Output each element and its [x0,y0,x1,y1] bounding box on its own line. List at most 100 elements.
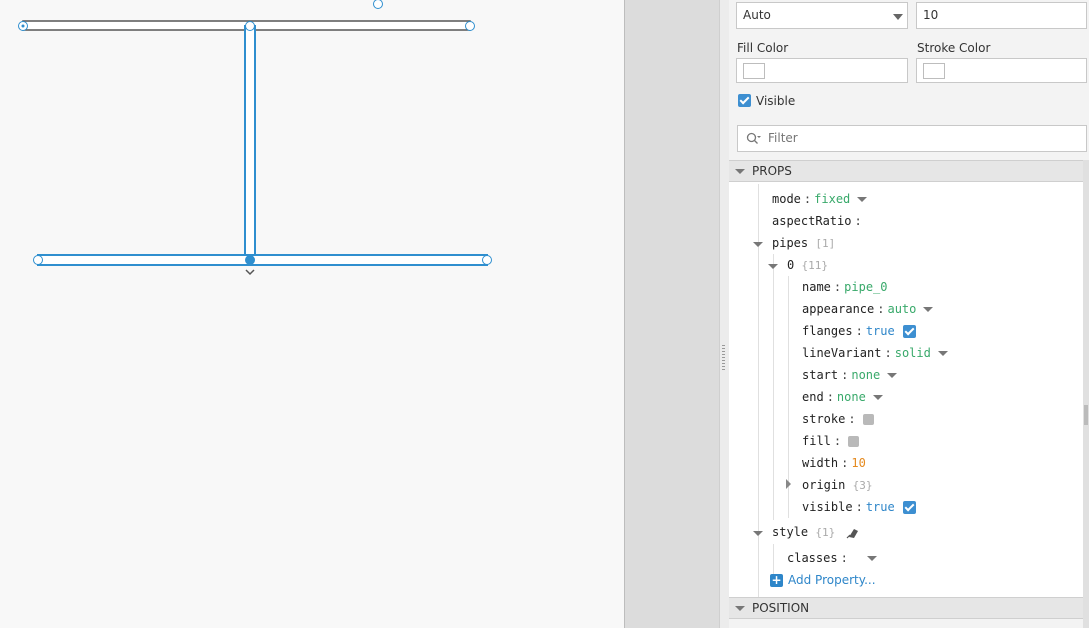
chevron-down-icon[interactable] [857,197,868,202]
stroke-color-swatch[interactable] [862,414,874,425]
prop-key: width [802,456,839,470]
filter-field[interactable] [737,125,1087,152]
flanges-checkbox[interactable] [902,325,916,338]
prop-key: 0 [787,258,795,272]
prop-key: start [802,368,839,382]
expand-triangle-icon[interactable] [768,264,778,269]
prop-row-end[interactable]: end: none [802,390,883,404]
fill-color-picker[interactable] [736,58,908,83]
prop-row-fill[interactable]: fill: [802,434,860,448]
props-scrollbar-thumb[interactable] [1084,405,1088,425]
section-props-label: PROPS [752,164,792,178]
prop-count: [1] [815,237,836,250]
section-props-header[interactable]: PROPS [729,160,1083,182]
stroke-color-swatch[interactable] [923,63,945,79]
pipe-point-handle[interactable] [482,255,492,265]
prop-row-mode[interactable]: mode: fixed [772,192,868,206]
size-mode-select[interactable]: Auto [736,2,908,29]
prop-row-linevariant[interactable]: lineVariant: solid [802,346,948,360]
prop-value[interactable]: 10 [851,456,865,470]
pipe-point-handle-selected[interactable] [245,255,255,265]
prop-row-appearance[interactable]: appearance: auto [802,302,934,316]
chevron-down-icon[interactable] [866,556,877,561]
chevron-down-icon[interactable] [923,307,934,312]
props-scrollbar[interactable] [1083,160,1089,628]
prop-row-style[interactable]: style {1} [772,525,860,539]
prop-key: mode [772,192,801,206]
add-property-button[interactable]: + Add Property... [770,573,876,587]
fill-color-swatch[interactable] [743,63,765,79]
fill-color-label: Fill Color [737,41,789,55]
prop-value[interactable]: none [837,390,866,404]
design-canvas[interactable] [0,0,624,628]
prop-key: end [802,390,824,404]
prop-row-width[interactable]: width:10 [802,456,866,470]
section-position-header[interactable]: POSITION [729,597,1083,619]
prop-value[interactable]: true [866,500,895,514]
expand-triangle-icon[interactable] [753,242,763,247]
prop-key: aspectRatio [772,214,852,228]
prop-key: name [802,280,831,294]
prop-count: {3} [852,479,873,492]
pipe-point-handle[interactable] [33,255,43,265]
visible-checkbox[interactable] [738,94,751,107]
prop-row-visible[interactable]: visible: true [802,500,916,514]
tree-guide [773,254,774,520]
chevron-down-icon [893,14,903,20]
add-property-label: Add Property... [788,573,876,587]
pipe-point-handle-inner [21,24,25,28]
filter-input[interactable] [766,130,1070,146]
prop-value[interactable]: fixed [814,192,850,206]
prop-row-origin[interactable]: origin {3} [802,478,872,492]
collapse-triangle-icon[interactable] [735,169,745,174]
plus-icon: + [770,573,783,587]
chevron-down-icon[interactable] [872,395,883,400]
search-icon [746,132,761,144]
visible-prop-checkbox[interactable] [902,501,916,514]
prop-count: {1} [815,526,836,539]
stroke-color-label: Stroke Color [917,41,991,55]
pipe-point-handle[interactable] [465,21,475,31]
prop-row-flanges[interactable]: flanges: true [802,324,916,338]
pipe-segment-vertical[interactable] [244,25,256,261]
prop-row-stroke[interactable]: stroke: [802,412,874,426]
chevron-down-icon[interactable] [245,269,255,276]
splitter-grip-icon[interactable] [722,345,725,371]
prop-value[interactable]: solid [895,346,931,360]
style-editor-icon[interactable] [846,527,860,539]
prop-key: style [772,525,809,539]
prop-row-pipe-0[interactable]: 0 {11} [787,258,828,272]
prop-key: pipes [772,236,809,250]
prop-value[interactable]: none [851,368,880,382]
collapse-triangle-icon[interactable] [735,606,745,611]
prop-key: origin [802,478,846,492]
prop-key: lineVariant [802,346,882,360]
prop-row-pipes[interactable]: pipes [1] [772,236,835,250]
prop-key: flanges [802,324,853,338]
chevron-down-icon[interactable] [887,373,898,378]
panel-splitter[interactable] [719,0,729,628]
prop-value[interactable]: pipe_0 [844,280,887,294]
pipe-point-handle[interactable] [245,21,255,31]
stroke-color-picker[interactable] [916,58,1087,83]
tree-guide [773,544,774,574]
prop-row-aspectratio[interactable]: aspectRatio: [772,214,865,228]
size-number-input[interactable]: 10 [916,2,1087,29]
prop-value[interactable]: true [866,324,895,338]
expand-triangle-icon[interactable] [786,479,791,489]
prop-value[interactable]: auto [887,302,916,316]
prop-row-name[interactable]: name: pipe_0 [802,280,888,294]
chevron-down-icon[interactable] [937,351,948,356]
prop-row-start[interactable]: start: none [802,368,898,382]
visible-label: Visible [756,94,796,108]
prop-count: {11} [801,259,828,272]
pipe-drawing[interactable] [0,0,624,628]
fill-color-swatch[interactable] [848,436,860,447]
canvas-gutter [625,0,719,628]
size-number-value: 10 [923,8,939,22]
pipe-segment-bottom[interactable] [37,254,488,266]
rotate-handle[interactable] [373,0,383,9]
expand-triangle-icon[interactable] [753,531,763,536]
prop-row-classes[interactable]: classes: [787,551,877,565]
prop-key: fill [802,434,831,448]
